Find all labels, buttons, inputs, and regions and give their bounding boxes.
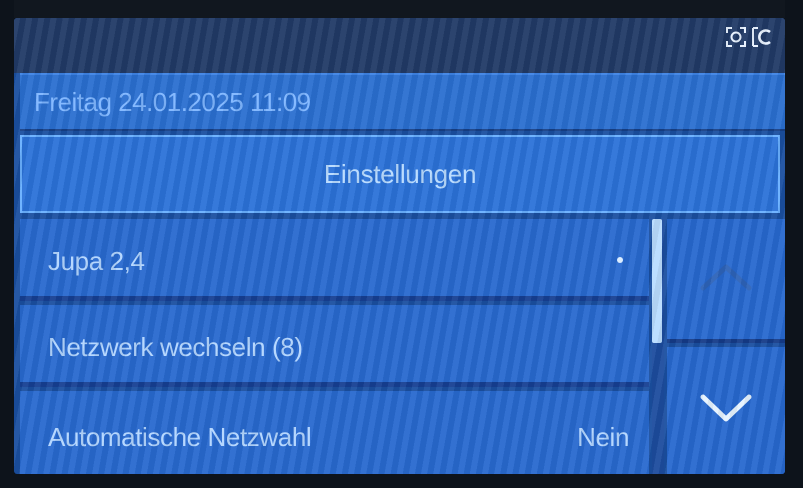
device-bezel-top <box>0 0 803 18</box>
camera-icon <box>725 26 747 48</box>
menu-item-wifi[interactable]: Jupa 2,4 <box>20 219 649 301</box>
date-time-text: Freitag 24.01.2025 11:09 <box>34 87 311 117</box>
date-time-bar: Freitag 24.01.2025 11:09 <box>20 73 785 131</box>
menu-item-label: Jupa 2,4 <box>48 246 145 276</box>
c-icon <box>751 26 773 48</box>
selected-dot-icon <box>617 257 623 263</box>
menu-item-value: Nein <box>577 422 629 452</box>
page-title: Einstellungen <box>323 158 477 189</box>
status-icons <box>725 26 773 48</box>
scrollbar-thumb[interactable] <box>652 219 662 343</box>
menu-item-label: Automatische Netzwahl <box>48 422 312 452</box>
touch-screen: Freitag 24.01.2025 11:09 Einstellungen J… <box>14 18 785 474</box>
menu-item-auto-network[interactable]: Automatische Netzwahl Nein <box>20 391 649 474</box>
device-bezel-left <box>0 0 14 488</box>
scroll-down-button[interactable] <box>667 347 785 474</box>
device-bezel-bottom <box>0 474 803 488</box>
page-title-bar: Einstellungen <box>20 135 780 213</box>
chevron-up-icon <box>699 262 753 297</box>
chevron-down-icon <box>699 392 753 429</box>
menu-item-switch-network[interactable]: Netzwerk wechseln (8) <box>20 305 649 387</box>
menu-item-label: Netzwerk wechseln (8) <box>48 332 303 362</box>
scroll-up-button[interactable] <box>667 219 785 343</box>
device-bezel-right <box>785 0 803 488</box>
status-bar <box>14 18 785 73</box>
